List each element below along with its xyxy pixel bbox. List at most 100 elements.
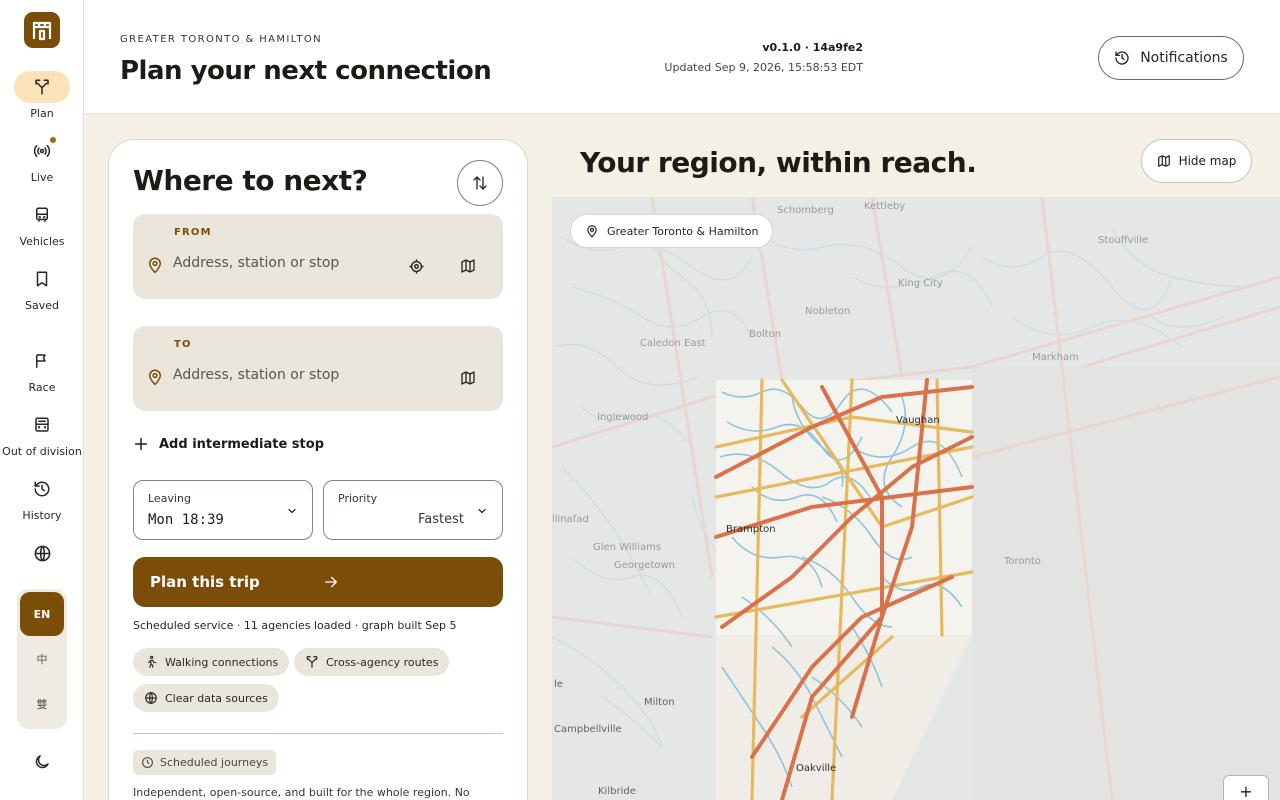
location-pin-icon xyxy=(148,369,162,386)
language-zh-button[interactable]: 中 xyxy=(20,637,64,681)
sidebar-item-label: Saved xyxy=(25,299,59,312)
route-split-icon xyxy=(306,656,318,668)
map-place-label: Markham xyxy=(1032,352,1079,363)
sidebar-item-label: Out of division xyxy=(2,445,82,458)
location-pin-icon xyxy=(148,257,162,274)
map-place-label: Stouffville xyxy=(1098,235,1149,246)
priority-label: Priority xyxy=(338,492,378,505)
globe-icon xyxy=(145,692,157,704)
service-status: Scheduled service · 11 agencies loaded ·… xyxy=(133,619,457,632)
swap-endpoints-button[interactable] xyxy=(457,160,503,206)
map-icon xyxy=(461,371,475,385)
region-map[interactable]: Greater Toronto & Hamilton Schomberg Ket… xyxy=(552,197,1280,800)
broadcast-icon xyxy=(14,135,70,167)
sidebar-item-race[interactable]: Race xyxy=(0,345,84,401)
plus-icon xyxy=(134,437,148,451)
zoom-in-button[interactable]: + xyxy=(1223,775,1269,800)
region-chip-label: Greater Toronto & Hamilton xyxy=(607,224,759,238)
language-bilingual-button[interactable]: 雙 xyxy=(20,682,64,726)
priority-value: Fastest xyxy=(418,512,464,527)
region-selector-chip[interactable]: Greater Toronto & Hamilton xyxy=(570,214,774,248)
clear-data-sources-chip[interactable]: Clear data sources xyxy=(133,684,279,712)
language-switcher: EN 中 雙 xyxy=(17,589,67,729)
plan-trip-label: Plan this trip xyxy=(150,573,260,591)
map-heading: Your region, within reach. xyxy=(580,146,977,179)
use-current-location-button[interactable] xyxy=(404,254,428,278)
map-place-label: Milton xyxy=(644,697,675,708)
trip-planner-card: Where to next? FROM TO Add intermediate … xyxy=(108,139,528,800)
language-en-button[interactable]: EN xyxy=(20,592,64,636)
pick-to-map-button[interactable] xyxy=(456,366,480,390)
chip-label: Clear data sources xyxy=(165,691,268,705)
add-intermediate-stop-button[interactable]: Add intermediate stop xyxy=(133,436,324,452)
arrow-right-icon xyxy=(325,576,337,588)
sidebar-item-history[interactable]: History xyxy=(0,473,84,529)
leaving-label: Leaving xyxy=(148,492,191,505)
clock-icon xyxy=(142,757,153,768)
leaving-time-select[interactable]: Leaving Mon 18:39 xyxy=(133,480,313,540)
sidebar-item-label: Live xyxy=(30,171,54,184)
sidebar-item-label: Vehicles xyxy=(19,235,65,248)
pick-from-map-button[interactable] xyxy=(456,254,480,278)
to-input[interactable] xyxy=(173,367,393,383)
sidebar-item-out-of-division[interactable]: Out of division xyxy=(0,409,84,465)
swap-vertical-icon xyxy=(473,176,487,190)
walking-connections-chip[interactable]: Walking connections xyxy=(133,648,290,676)
chip-label: Walking connections xyxy=(165,655,279,669)
map-place-label: le xyxy=(554,679,563,690)
badge-label: Scheduled journeys xyxy=(160,756,269,769)
map-place-label: Kettleby xyxy=(864,201,906,212)
map-place-label: King City xyxy=(898,278,943,289)
chip-label: Cross-agency routes xyxy=(326,655,439,669)
map-icon xyxy=(1157,155,1170,167)
sidebar-item-vehicles[interactable]: Vehicles xyxy=(0,199,84,255)
map-place-label: Nobleton xyxy=(805,306,851,317)
transit-shelter-icon xyxy=(32,21,52,41)
map-place-label: Oakville xyxy=(796,763,837,774)
chevron-down-icon xyxy=(288,508,296,514)
theme-toggle-button[interactable] xyxy=(30,750,54,774)
add-stop-label: Add intermediate stop xyxy=(159,436,324,452)
map-place-label: Georgetown xyxy=(614,560,676,571)
globe-icon xyxy=(14,537,70,569)
location-pin-icon xyxy=(587,225,597,238)
region-label: GREATER TORONTO & HAMILTON xyxy=(120,34,323,45)
plan-trip-button[interactable]: Plan this trip xyxy=(133,557,503,607)
walking-icon xyxy=(148,655,157,668)
version-label: v0.1.0 · 14a9fe2 xyxy=(762,41,863,54)
sidebar-item-live[interactable]: Live xyxy=(0,135,84,191)
hide-map-button[interactable]: Hide map xyxy=(1141,139,1252,183)
cross-agency-routes-chip[interactable]: Cross-agency routes xyxy=(294,648,450,676)
bookmark-icon xyxy=(14,263,70,295)
sidebar-item-label: History xyxy=(22,509,62,522)
intro-text: Independent, open-source, and built for … xyxy=(133,786,470,799)
hide-map-label: Hide map xyxy=(1178,154,1237,168)
globe-button[interactable] xyxy=(0,537,84,569)
map-place-label: Inglewood xyxy=(597,412,649,423)
notifications-button[interactable]: Notifications xyxy=(1098,36,1244,80)
to-label: TO xyxy=(174,339,192,350)
sidebar-item-plan[interactable]: Plan xyxy=(0,71,84,127)
app-logo[interactable] xyxy=(24,12,60,48)
sidebar-item-saved[interactable]: Saved xyxy=(0,263,84,319)
route-split-icon xyxy=(14,71,70,103)
from-input[interactable] xyxy=(173,255,393,271)
history-icon xyxy=(14,473,70,505)
section-divider xyxy=(133,733,503,734)
flag-icon xyxy=(14,345,70,377)
map-place-label: Glen Williams xyxy=(593,542,662,553)
sidebar-item-label: Race xyxy=(28,381,56,394)
map-place-label: Brampton xyxy=(726,524,776,535)
map-place-label: Vaughan xyxy=(896,415,940,426)
notifications-label: Notifications xyxy=(1140,50,1228,66)
map-place-label: Caledon East xyxy=(640,338,706,349)
live-indicator-dot xyxy=(50,137,56,143)
priority-select[interactable]: Priority Fastest xyxy=(323,480,503,540)
updated-timestamp: Updated Sep 9, 2026, 15:58:53 EDT xyxy=(664,61,863,74)
map-place-label: llinafad xyxy=(552,514,589,525)
map-place-label: Campbellville xyxy=(554,724,622,735)
map-place-label: Bolton xyxy=(749,329,782,340)
map-place-label: Kilbride xyxy=(598,786,636,797)
planner-title: Where to next? xyxy=(133,164,368,197)
history-icon xyxy=(1115,51,1129,65)
